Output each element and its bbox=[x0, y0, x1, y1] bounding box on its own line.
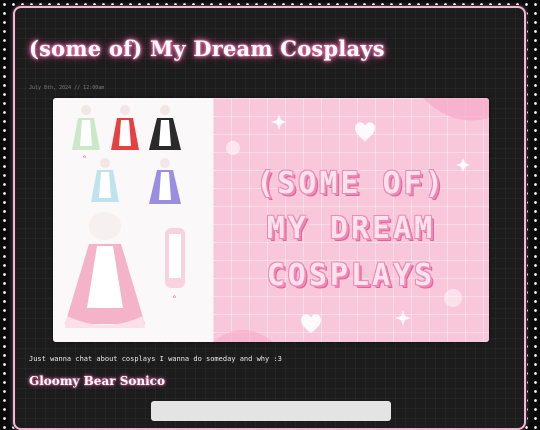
banner-text-line-1: (SOME OF) bbox=[256, 166, 446, 201]
post-panel: (some of) My Dream Cosplays July 8th, 20… bbox=[13, 6, 526, 430]
post-date: July 8th, 2024 // 12:00am bbox=[29, 85, 105, 91]
svg-text:✿: ✿ bbox=[173, 294, 176, 300]
section-heading: Gloomy Bear Sonico bbox=[29, 374, 165, 388]
maid-outfits-collage: ✿ ✿ bbox=[53, 98, 213, 342]
heart-icon bbox=[355, 122, 375, 142]
post-title: (some of) My Dream Cosplays bbox=[29, 36, 385, 61]
banner-text-line-3: COSPLAYS bbox=[266, 258, 436, 293]
section-image bbox=[151, 401, 391, 421]
sparkle-icon bbox=[395, 310, 411, 326]
post-banner-image: ✿ ✿ (SOME OF) MY DREAM COSPLAYS bbox=[53, 98, 489, 342]
heart-icon bbox=[301, 314, 321, 334]
post-intro-text: Just wanna chat about cosplays I wanna d… bbox=[29, 355, 282, 363]
banner-text-line-2: MY DREAM bbox=[266, 211, 436, 246]
svg-text:✿: ✿ bbox=[83, 154, 86, 160]
sparkle-icon bbox=[271, 114, 287, 130]
maid-outfits-illustration: ✿✿ bbox=[65, 105, 185, 328]
